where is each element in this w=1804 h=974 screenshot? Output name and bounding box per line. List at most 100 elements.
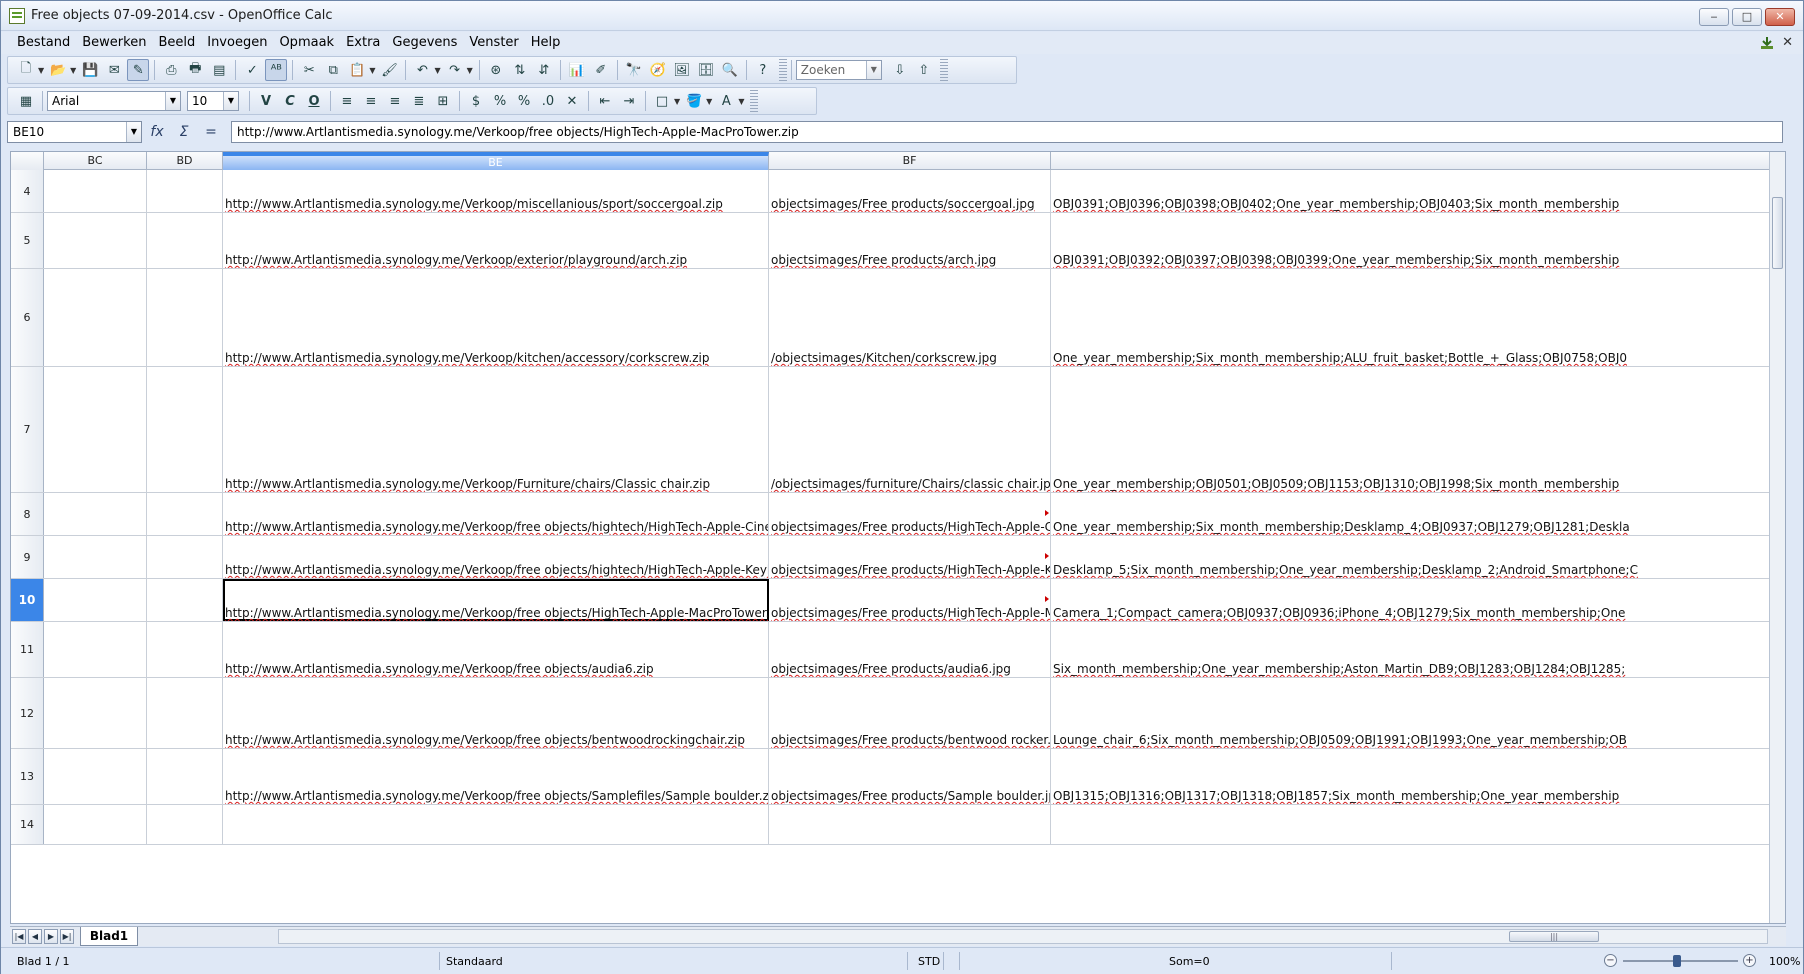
export-pdf-icon[interactable]: ⎙ xyxy=(160,59,182,81)
menu-invoegen[interactable]: Invoegen xyxy=(201,32,273,54)
menu-opmaak[interactable]: Opmaak xyxy=(273,32,340,54)
cell-bf[interactable]: objectsimages/Free products/arch.jpg xyxy=(769,213,1051,268)
cell-be[interactable]: http://www.Artlantismedia.synology.me/Ve… xyxy=(223,678,769,748)
cell-be[interactable] xyxy=(223,805,769,844)
first-sheet-icon[interactable]: |◀ xyxy=(12,929,26,944)
row-header[interactable]: 8 xyxy=(11,493,44,535)
italic-button[interactable]: C xyxy=(279,90,301,112)
cell-bf[interactable]: objectsimages/Free products/Sample bould… xyxy=(769,749,1051,804)
cell-bf[interactable] xyxy=(769,805,1051,844)
paste-icon[interactable]: 📋 xyxy=(346,59,368,81)
column-header-bd[interactable]: BD xyxy=(147,152,223,170)
redo-icon[interactable]: ↷ xyxy=(444,59,466,81)
cell-be[interactable]: http://www.Artlantismedia.synology.me/Ve… xyxy=(223,749,769,804)
background-color-icon[interactable]: 🪣 xyxy=(683,90,705,112)
cell-bg[interactable]: Desklamp_5;Six_month_membership;One_year… xyxy=(1051,536,1771,578)
borders-icon[interactable]: □ xyxy=(651,90,673,112)
save-icon[interactable]: 💾 xyxy=(79,59,101,81)
menu-extra[interactable]: Extra xyxy=(340,32,386,54)
row-header[interactable]: 13 xyxy=(11,749,44,804)
align-left-icon[interactable]: ≡ xyxy=(336,90,358,112)
sort-ascending-icon[interactable]: ⇅ xyxy=(509,59,531,81)
cell-be[interactable]: http://www.Artlantismedia.synology.me/Ve… xyxy=(223,170,769,212)
bold-button[interactable]: V xyxy=(255,90,277,112)
cell-bc[interactable] xyxy=(44,579,147,621)
cell-bf[interactable]: objectsimages/Free products/bentwood roc… xyxy=(769,678,1051,748)
merge-cells-icon[interactable]: ⊞ xyxy=(432,90,454,112)
cell-bg[interactable]: One_year_membership;OBJ0501;OBJ0509;OBJ1… xyxy=(1051,367,1771,492)
cell-be[interactable]: http://www.Artlantismedia.synology.me/Ve… xyxy=(223,213,769,268)
edit-file-icon[interactable]: ✎ xyxy=(127,59,150,81)
show-draw-functions-icon[interactable]: ✐ xyxy=(590,59,612,81)
spreadsheet-grid[interactable]: BC BD BE BF 4 http://www.Artlantismedia.s… xyxy=(10,151,1786,924)
row-header[interactable]: 9 xyxy=(11,536,44,578)
cell-bc[interactable] xyxy=(44,367,147,492)
cell-bc[interactable] xyxy=(44,622,147,677)
cell-bg[interactable]: Six_month_membership;One_year_membership… xyxy=(1051,622,1771,677)
new-document-icon[interactable]: 🗋 xyxy=(15,59,37,81)
update-download-icon[interactable] xyxy=(1759,35,1775,51)
gallery-icon[interactable]: 🖼 xyxy=(671,59,693,81)
sort-descending-icon[interactable]: ⇵ xyxy=(533,59,555,81)
scrollbar-thumb[interactable]: ||| xyxy=(1509,931,1599,942)
zoom-icon[interactable]: 🔍 xyxy=(719,59,741,81)
function-button[interactable]: = xyxy=(199,121,223,143)
zoom-knob[interactable] xyxy=(1673,955,1681,967)
clone-formatting-icon[interactable]: 🖌 xyxy=(378,59,400,81)
row-header[interactable]: 12 xyxy=(11,678,44,748)
cell-bc[interactable] xyxy=(44,493,147,535)
column-header-bf[interactable]: BF xyxy=(769,152,1051,170)
cell-bc[interactable] xyxy=(44,678,147,748)
cell-bg[interactable]: One_year_membership;Six_month_membership… xyxy=(1051,269,1771,366)
cell-bg[interactable]: OBJ0391;OBJ0396;OBJ0398;OBJ0402;One_year… xyxy=(1051,170,1771,212)
cell-bg[interactable]: OBJ0391;OBJ0392;OBJ0397;OBJ0398;OBJ0399;… xyxy=(1051,213,1771,268)
cell-be[interactable]: http://www.Artlantismedia.synology.me/Ve… xyxy=(223,493,769,535)
row-header[interactable]: 7 xyxy=(11,367,44,492)
cell-bd[interactable] xyxy=(147,579,223,621)
cell-bg[interactable]: Lounge_chair_6;Six_month_membership;OBJ0… xyxy=(1051,678,1771,748)
row-header[interactable]: 11 xyxy=(11,622,44,677)
cell-be[interactable]: http://www.Artlantismedia.synology.me/Ve… xyxy=(223,579,769,621)
row-header[interactable]: 6 xyxy=(11,269,44,366)
justify-icon[interactable]: ≣ xyxy=(408,90,430,112)
help-icon[interactable]: ? xyxy=(752,59,774,81)
cell-bf[interactable]: objectsimages/Free products/HighTech-App… xyxy=(769,579,1051,621)
cell-bc[interactable] xyxy=(44,269,147,366)
data-sources-icon[interactable]: 🗄 xyxy=(695,59,717,81)
cell-bf[interactable]: objectsimages/Free products/audia6.jpg xyxy=(769,622,1051,677)
page-style[interactable]: Standaard xyxy=(446,955,503,968)
zoom-in-icon[interactable]: + xyxy=(1743,954,1756,967)
toolbar-grip[interactable] xyxy=(750,90,759,112)
font-name-select[interactable]: Arial ▼ xyxy=(47,91,181,111)
find-previous-icon[interactable]: ⇧ xyxy=(913,59,935,81)
select-all-corner[interactable] xyxy=(11,152,44,170)
delete-decimal-icon[interactable]: ✕ xyxy=(561,90,583,112)
currency-format-icon[interactable]: $ xyxy=(465,90,487,112)
email-document-icon[interactable]: ✉ xyxy=(103,59,125,81)
menu-venster[interactable]: Venster xyxy=(463,32,524,54)
spellcheck-icon[interactable]: ✓ xyxy=(241,59,263,81)
column-header-bg[interactable] xyxy=(1051,152,1771,170)
selection-mode[interactable]: STD xyxy=(918,955,940,968)
increase-indent-icon[interactable]: ⇥ xyxy=(618,90,640,112)
standard-format-icon[interactable]: % xyxy=(513,90,535,112)
column-header-bc[interactable]: BC xyxy=(44,152,147,170)
align-right-icon[interactable]: ≡ xyxy=(384,90,406,112)
sheet-tab-blad1[interactable]: Blad1 xyxy=(80,927,138,946)
font-size-select[interactable]: 10 ▼ xyxy=(187,91,239,111)
cell-bd[interactable] xyxy=(147,367,223,492)
last-sheet-icon[interactable]: ▶| xyxy=(60,929,74,944)
menu-help[interactable]: Help xyxy=(525,32,567,54)
search-input[interactable]: Zoeken ▼ xyxy=(795,60,882,80)
copy-icon[interactable]: ⧉ xyxy=(322,59,344,81)
cell-bd[interactable] xyxy=(147,536,223,578)
undo-icon[interactable]: ↶ xyxy=(411,59,433,81)
cell-bd[interactable] xyxy=(147,269,223,366)
find-next-icon[interactable]: ⇩ xyxy=(889,59,911,81)
open-icon[interactable]: 📂 xyxy=(47,59,69,81)
close-button[interactable]: ✕ xyxy=(1765,8,1795,26)
underline-button[interactable]: O xyxy=(303,90,325,112)
cell-bd[interactable] xyxy=(147,213,223,268)
scrollbar-thumb[interactable] xyxy=(1772,197,1783,269)
find-replace-icon[interactable]: 🔭 xyxy=(623,59,645,81)
